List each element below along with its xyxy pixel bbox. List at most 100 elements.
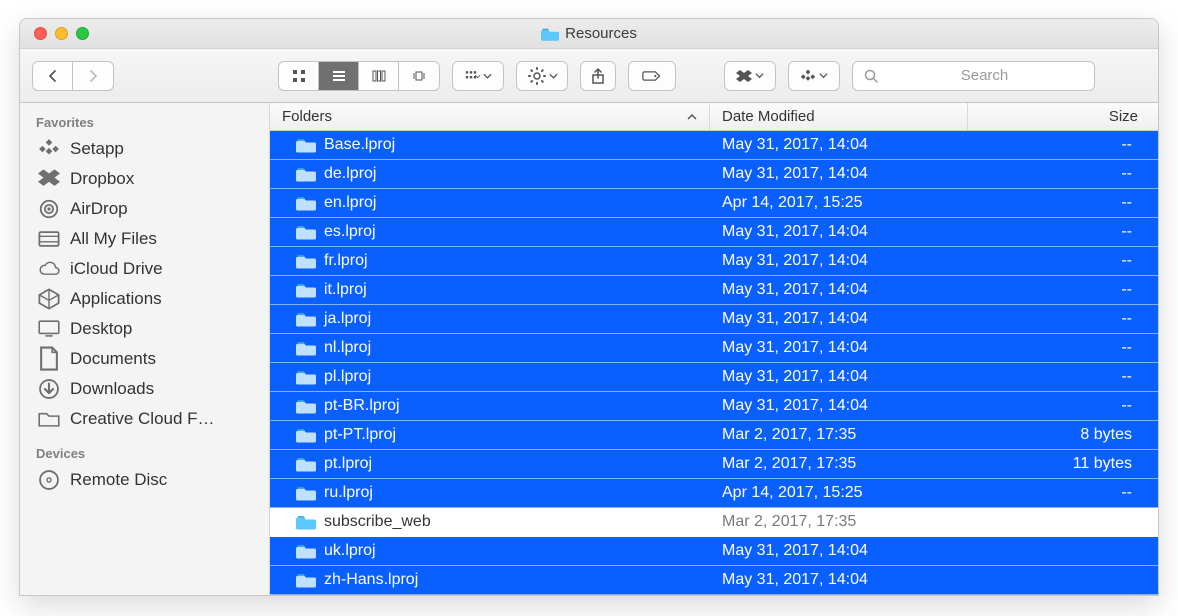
file-name: pt-PT.lproj (324, 426, 396, 444)
table-row[interactable]: pt-PT.lprojMar 2, 2017, 17:358 bytes (270, 421, 1158, 450)
file-date: May 31, 2017, 14:04 (722, 136, 868, 154)
sidebar-item-dropbox[interactable]: Dropbox (20, 164, 269, 194)
sidebar-item-icloud[interactable]: iCloud Drive (20, 254, 269, 284)
back-button[interactable] (33, 62, 73, 90)
window-title-text: Resources (565, 25, 637, 42)
sidebar-item-label: Documents (70, 349, 156, 369)
file-size: -- (1121, 223, 1132, 241)
file-date: Apr 14, 2017, 15:25 (722, 484, 863, 502)
folder-icon (296, 253, 316, 269)
table-row[interactable]: ja.lprojMay 31, 2017, 14:04-- (270, 305, 1158, 334)
file-name: pl.lproj (324, 368, 371, 386)
table-row[interactable]: pt-BR.lprojMay 31, 2017, 14:04-- (270, 392, 1158, 421)
setapp-toolbar-button[interactable] (788, 61, 840, 91)
table-row[interactable]: Base.lprojMay 31, 2017, 14:04-- (270, 131, 1158, 160)
folder-icon (296, 572, 316, 588)
airdrop-icon (38, 200, 60, 218)
arrange-button[interactable] (452, 61, 504, 91)
column-header-size[interactable]: Size (968, 103, 1158, 130)
file-date: May 31, 2017, 14:04 (722, 571, 868, 589)
column-header-date[interactable]: Date Modified (710, 103, 968, 130)
action-button[interactable] (516, 61, 568, 91)
file-date: Apr 14, 2017, 15:25 (722, 194, 863, 212)
table-row[interactable]: uk.lprojMay 31, 2017, 14:04 (270, 537, 1158, 566)
applications-icon (38, 290, 60, 308)
sidebar-item-label: Dropbox (70, 169, 134, 189)
desktop-icon (38, 320, 60, 338)
file-size: -- (1121, 281, 1132, 299)
sidebar-item-all-my-files[interactable]: All My Files (20, 224, 269, 254)
dropbox-toolbar-button[interactable] (724, 61, 776, 91)
file-date: May 31, 2017, 14:04 (722, 368, 868, 386)
forward-button[interactable] (73, 62, 113, 90)
file-name: subscribe_web (324, 513, 431, 531)
sidebar-item-setapp[interactable]: Setapp (20, 134, 269, 164)
file-date: May 31, 2017, 14:04 (722, 310, 868, 328)
file-rows[interactable]: Base.lprojMay 31, 2017, 14:04--de.lprojM… (270, 131, 1158, 595)
sidebar-item-applications[interactable]: Applications (20, 284, 269, 314)
fullscreen-button[interactable] (76, 27, 89, 40)
window-title: Resources (20, 25, 1158, 42)
file-name: en.lproj (324, 194, 376, 212)
close-button[interactable] (34, 27, 47, 40)
view-columns-button[interactable] (359, 62, 399, 90)
column-header-label: Size (1109, 108, 1138, 125)
view-list-button[interactable] (319, 62, 359, 90)
file-name: nl.lproj (324, 339, 371, 357)
search-field[interactable] (852, 61, 1095, 91)
file-size: -- (1121, 368, 1132, 386)
table-row[interactable]: subscribe_web Mar 2, 2017, 17:35 (270, 508, 1158, 537)
minimize-button[interactable] (55, 27, 68, 40)
file-date: May 31, 2017, 14:04 (722, 252, 868, 270)
file-size: 8 bytes (1080, 426, 1132, 444)
view-icons-button[interactable] (279, 62, 319, 90)
folder-icon (296, 311, 316, 327)
share-button[interactable] (580, 61, 616, 91)
file-date: May 31, 2017, 14:04 (722, 165, 868, 183)
sidebar-item-desktop[interactable]: Desktop (20, 314, 269, 344)
folder-icon (541, 27, 559, 41)
view-coverflow-button[interactable] (399, 62, 439, 90)
table-row[interactable]: fr.lprojMay 31, 2017, 14:04-- (270, 247, 1158, 276)
file-name: fr.lproj (324, 252, 368, 270)
sidebar-item-remote-disc[interactable]: Remote Disc (20, 465, 269, 495)
dropbox-icon (38, 170, 60, 188)
sidebar-item-downloads[interactable]: Downloads (20, 374, 269, 404)
setapp-icon (38, 140, 60, 158)
file-size: -- (1121, 397, 1132, 415)
folder-icon (296, 485, 316, 501)
file-date: May 31, 2017, 14:04 (722, 223, 868, 241)
sidebar-item-creative-cloud[interactable]: Creative Cloud F… (20, 404, 269, 434)
titlebar: Resources (20, 19, 1158, 49)
all-my-files-icon (38, 230, 60, 248)
sidebar-item-airdrop[interactable]: AirDrop (20, 194, 269, 224)
table-row[interactable]: en.lprojApr 14, 2017, 15:25-- (270, 189, 1158, 218)
sidebar-item-label: Desktop (70, 319, 132, 339)
table-row[interactable]: it.lprojMay 31, 2017, 14:04-- (270, 276, 1158, 305)
file-date: May 31, 2017, 14:04 (722, 281, 868, 299)
table-row[interactable]: pt.lprojMar 2, 2017, 17:3511 bytes (270, 450, 1158, 479)
disc-icon (38, 471, 60, 489)
file-date: Mar 2, 2017, 17:35 (722, 513, 856, 531)
folder-icon (296, 340, 316, 356)
folder-icon (296, 398, 316, 414)
file-date: May 31, 2017, 14:04 (722, 542, 868, 560)
file-name: pt-BR.lproj (324, 397, 400, 415)
column-header-folders[interactable]: Folders (270, 103, 710, 130)
search-input[interactable] (885, 67, 1084, 84)
table-row[interactable]: nl.lprojMay 31, 2017, 14:04-- (270, 334, 1158, 363)
table-row[interactable]: de.lprojMay 31, 2017, 14:04-- (270, 160, 1158, 189)
file-list-pane: Folders Date Modified Size Base.lprojMay… (270, 103, 1158, 595)
sidebar-section-favorites: Favorites (20, 109, 269, 134)
file-date: May 31, 2017, 14:04 (722, 339, 868, 357)
table-row[interactable]: pl.lproj May 31, 2017, 14:04 -- (270, 363, 1158, 392)
file-size: 11 bytes (1073, 455, 1132, 473)
sidebar-item-label: AirDrop (70, 199, 128, 219)
tags-button[interactable] (628, 61, 676, 91)
table-row[interactable]: ru.lprojApr 14, 2017, 15:25-- (270, 479, 1158, 508)
sidebar-item-label: Creative Cloud F… (70, 409, 215, 429)
file-date: Mar 2, 2017, 17:35 (722, 455, 856, 473)
sidebar-item-documents[interactable]: Documents (20, 344, 269, 374)
table-row[interactable]: zh-Hans.lprojMay 31, 2017, 14:04 (270, 566, 1158, 595)
table-row[interactable]: es.lprojMay 31, 2017, 14:04-- (270, 218, 1158, 247)
